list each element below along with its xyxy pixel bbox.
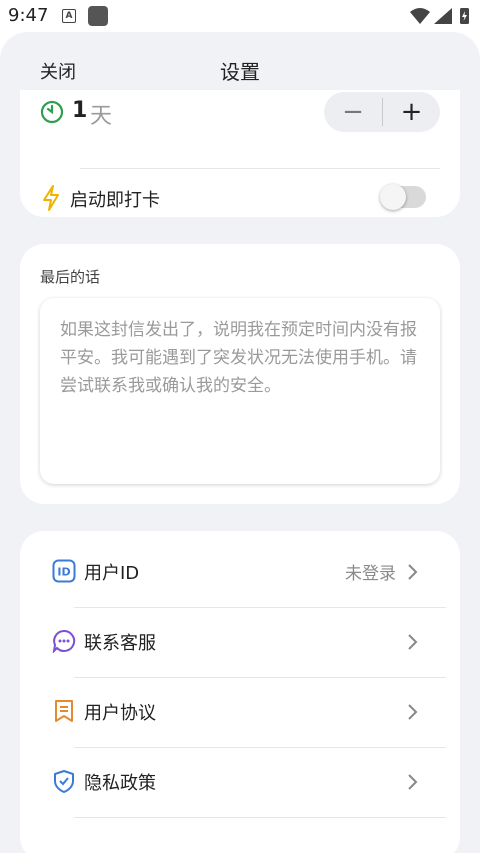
shield-check-icon [54, 770, 74, 793]
bookmark-doc-icon [55, 700, 73, 722]
menu-item-label: 用户ID [84, 563, 140, 584]
header-bar: 关闭 设置 [0, 32, 480, 90]
svg-text:ID: ID [57, 566, 70, 579]
app-notification-icon [88, 6, 108, 26]
divider [80, 168, 440, 169]
status-icons [410, 8, 469, 24]
status-bar: 9:47 A [0, 0, 480, 32]
menu-item-privacy-policy[interactable]: 隐私政策 [20, 747, 460, 817]
login-status: 未登录 [345, 564, 396, 584]
divider [74, 817, 446, 818]
decrement-button[interactable]: − [324, 92, 382, 132]
clock-icon [40, 100, 64, 124]
menu-item-label: 用户协议 [84, 703, 156, 724]
chevron-right-icon [408, 564, 418, 580]
chevron-right-icon [408, 704, 418, 720]
page-title: 设置 [220, 60, 260, 84]
checkin-toggle[interactable] [380, 184, 426, 210]
chevron-right-icon [408, 774, 418, 790]
a-notification-icon: A [62, 9, 76, 23]
menu-item-user-agreement[interactable]: 用户协议 [20, 677, 460, 747]
increment-button[interactable]: + [383, 92, 440, 132]
chat-bubble-icon [52, 629, 76, 653]
last-words-placeholder: 如果这封信发出了，说明我在预定时间内没有报平安。我可能遇到了突发状况无法使用手机… [60, 320, 417, 396]
last-words-card: 最后的话 如果这封信发出了，说明我在预定时间内没有报平安。我可能遇到了突发状况无… [20, 244, 460, 504]
menu-item-label: 联系客服 [84, 633, 156, 654]
signal-icon [434, 8, 452, 24]
menu-card: ID 用户ID 未登录 联系客服 用户协议 隐私政策 [20, 531, 460, 853]
menu-item-label: 隐私政策 [84, 773, 156, 794]
menu-item-contact-support[interactable]: 联系客服 [20, 607, 460, 677]
countdown-row: 1 天 − + [20, 92, 460, 152]
chevron-right-icon [408, 634, 418, 650]
countdown-unit: 天 [90, 104, 113, 129]
toggle-knob [380, 184, 406, 210]
checkin-label: 启动即打卡 [70, 190, 160, 211]
wifi-icon [410, 8, 430, 24]
lightning-icon [43, 185, 59, 211]
last-words-label: 最后的话 [40, 268, 101, 286]
status-time: 9:47 [8, 5, 49, 26]
days-stepper: − + [324, 92, 440, 132]
last-words-input[interactable]: 如果这封信发出了，说明我在预定时间内没有报平安。我可能遇到了突发状况无法使用手机… [40, 298, 440, 484]
countdown-value: 1 [72, 98, 88, 123]
settings-sheet: 1 天 − + 启动即打卡 最后的话 如果这封信发出了，说明我在预定时间内没有报… [0, 32, 480, 853]
checkin-row: 启动即打卡 [20, 180, 460, 220]
menu-item-user-id[interactable]: ID 用户ID 未登录 [20, 537, 460, 607]
id-badge-icon: ID [52, 559, 76, 583]
